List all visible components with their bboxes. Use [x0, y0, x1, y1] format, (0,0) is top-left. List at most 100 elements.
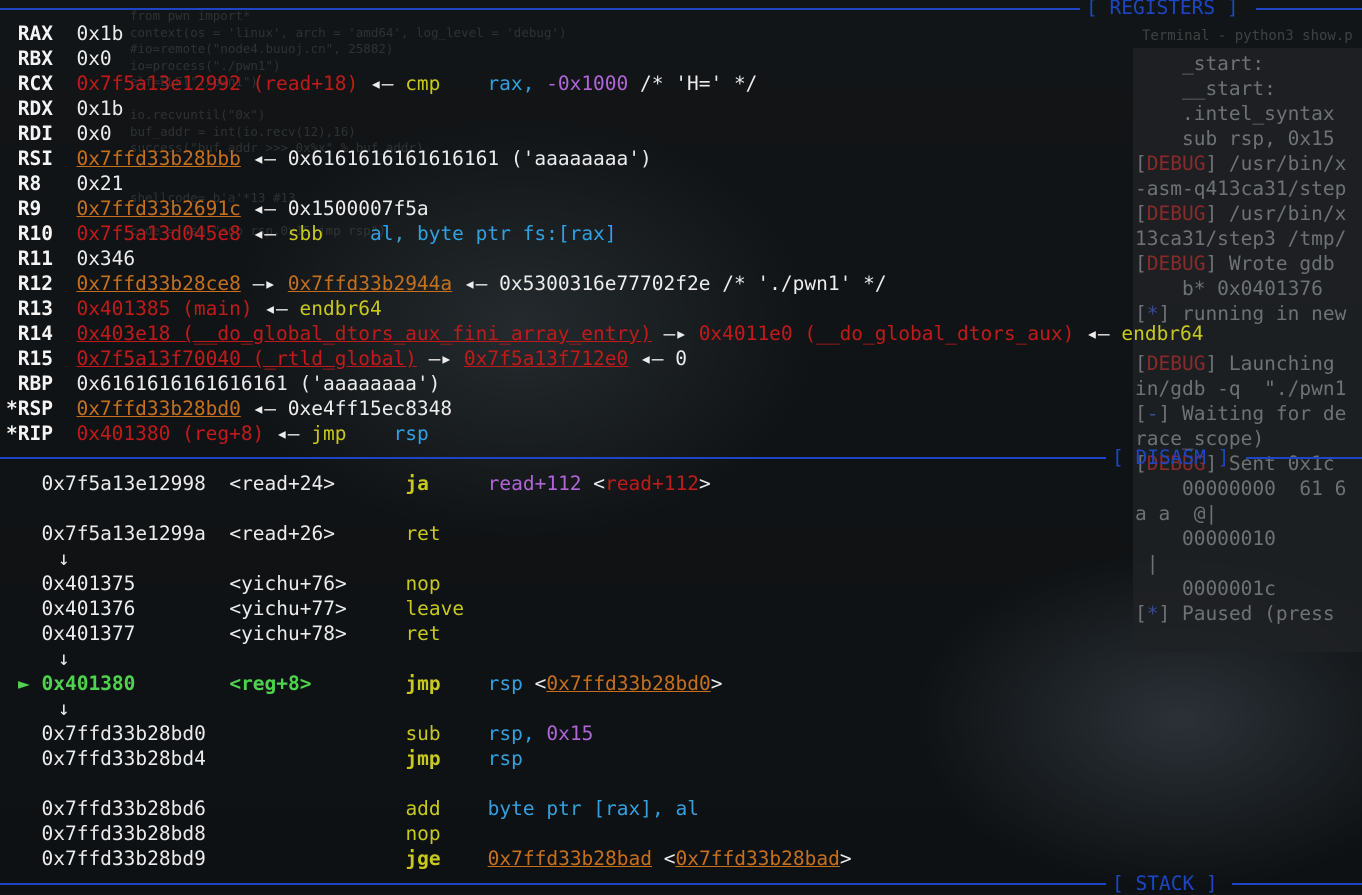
disasm-section-title: [ DISASM ] [1112, 446, 1230, 469]
pointer-arrow: ◂— [264, 422, 312, 445]
register-row-rsp: *RSP 0x7ffd33b28bd0 ◂— 0xe4ff15ec8348 [6, 396, 452, 421]
bracket: [ [1135, 202, 1147, 225]
instruction-symbol [229, 747, 405, 770]
side-terminal-line: [DEBUG] /usr/bin/x [1135, 202, 1346, 225]
instruction-address[interactable]: 0x401375 [41, 572, 229, 595]
instruction-mnemonic: leave [405, 597, 465, 620]
register-pointer[interactable]: 0x7ffd33b2691c [76, 197, 240, 220]
current-marker: ► [18, 672, 42, 695]
instruction-symbol: <yichu+78> [229, 622, 406, 645]
instruction-operands: rsp, [487, 722, 547, 745]
side-terminal-line: .intel_syntax [1135, 102, 1335, 125]
register-value: 0x21 [76, 172, 124, 195]
register-value: 0x6161616161616161 ('aaaaaaaa') [76, 372, 441, 395]
stack-divider [0, 883, 1106, 885]
instruction-mnemonic: nop [405, 822, 441, 845]
current-marker [18, 472, 41, 495]
side-terminal-line: 0000001c [1135, 577, 1276, 600]
instruction-symbol [229, 847, 405, 870]
disasm-row: 0x7f5a13e12998 <read+24> ja read+112 <re… [18, 471, 710, 496]
pointer-arrow: ◂— [358, 72, 406, 95]
instruction-operands: al, byte ptr fs:[rax] [370, 222, 617, 245]
register-name: R11 [6, 247, 53, 270]
register-value: 0x1b [76, 22, 124, 45]
disasm-row: 0x7ffd33b28bd8 nop [18, 821, 441, 846]
register-pointer-deref[interactable]: 0x7ffd33b2944a [288, 272, 452, 295]
register-row-r10: R10 0x7f5a13d045e8 ◂— sbb al, byte ptr f… [6, 221, 617, 246]
log-level: DEBUG [1146, 352, 1206, 375]
background-code-line: context(os = 'linux', arch = 'amd64', lo… [130, 24, 567, 40]
register-pointer[interactable]: 0x7f5a13e12992 (read+18) [76, 72, 358, 95]
branch-target[interactable]: read+112 [605, 472, 699, 495]
instruction-mnemonic: sbb [287, 222, 324, 245]
instruction-address[interactable]: 0x401376 [41, 597, 229, 620]
log-level: * [1146, 602, 1159, 625]
bracket: < [652, 847, 676, 870]
register-pointer-deref[interactable]: 0x7f5a13f712e0 [464, 347, 628, 370]
register-pointer-deref[interactable]: 0x4011e0 (__do_global_dtors_aux) [699, 322, 1075, 345]
instruction-operands: rax, [487, 72, 547, 95]
background-code-line [130, 173, 630, 190]
pointer-value: 0xe4ff15ec8348 [287, 397, 453, 420]
branch-target[interactable]: 0x7ffd33b28bd0 [546, 672, 710, 695]
register-name: R9 [6, 197, 53, 220]
side-terminal-line: in/gdb -q "./pwn1 [1135, 377, 1347, 400]
register-value: 0x0 [76, 47, 112, 70]
instruction-address[interactable]: 0x7f5a13e12998 [41, 472, 229, 495]
register-name: R14 [6, 322, 53, 345]
instruction-address[interactable]: 0x7ffd33b28bd9 [41, 847, 229, 870]
side-terminal-line: 00000010 [1135, 527, 1276, 550]
register-pointer[interactable]: 0x7ffd33b28ce8 [76, 272, 240, 295]
bracket: > [839, 847, 852, 870]
instruction-address[interactable]: 0x7ffd33b28bd8 [41, 822, 229, 845]
disasm-row: 0x7ffd33b28bd6 add byte ptr [rax], al [18, 796, 698, 821]
instruction-address[interactable]: 0x7ffd33b28bd0 [41, 722, 229, 745]
register-pointer[interactable]: 0x7ffd33b28bbb [76, 147, 240, 170]
side-terminal-line: 13ca31/step3 /tmp/ [1135, 227, 1347, 250]
instruction-mnemonic: jmp [405, 747, 441, 770]
instruction-address[interactable]: 0x401377 [41, 622, 229, 645]
register-pointer[interactable]: 0x7f5a13f70040 (_rtld_global) [76, 347, 416, 370]
bracket: < [581, 472, 606, 495]
instruction-mnemonic: endbr64 [299, 297, 382, 320]
register-pointer[interactable]: 0x7f5a13d045e8 [76, 222, 240, 245]
instruction-mnemonic: add [405, 797, 441, 820]
stack-divider-right [1232, 883, 1362, 885]
disasm-row: 0x7f5a13e1299a <read+26> ret [18, 521, 440, 546]
pointer-value: 0x6161616161616161 ('aaaaaaaa') [287, 147, 652, 170]
register-row-rdx: RDX 0x1b [6, 96, 124, 121]
branch-target[interactable]: 0x7ffd33b28bad [676, 847, 840, 870]
pointer-arrow: ◂— [240, 397, 288, 420]
instruction-symbol [229, 722, 405, 745]
side-terminal-line: _start: [1135, 52, 1265, 75]
background-code-line: buf_addr = int(io.recv(12),16) [130, 123, 356, 139]
register-pointer[interactable]: 0x403e18 (__do_global_dtors_aux_fini_arr… [76, 322, 651, 345]
register-pointer[interactable]: 0x401380 (reg+8) [76, 422, 264, 445]
instruction-address[interactable]: 0x7ffd33b28bd4 [41, 747, 229, 770]
register-row-rip: *RIP 0x401380 (reg+8) ◂— jmp rsp [6, 421, 429, 446]
pointer-arrow: ◂— [240, 147, 288, 170]
register-pointer[interactable]: 0x401385 (main) [76, 297, 252, 320]
side-terminal-line: b* 0x0401376 [1135, 277, 1323, 300]
instruction-symbol [229, 822, 405, 845]
side-terminal-line: __start: [1135, 77, 1276, 100]
register-pointer[interactable]: 0x7ffd33b28bd0 [76, 397, 240, 420]
instruction-address[interactable]: 0x7ffd33b28bd6 [41, 797, 229, 820]
current-marker [18, 822, 41, 845]
instruction-address[interactable]: 0x7f5a13e1299a [41, 522, 229, 545]
register-row-rbp: RBP 0x6161616161616161 ('aaaaaaaa') [6, 371, 441, 396]
instruction-address[interactable]: 0x401380 [41, 672, 229, 695]
instruction-mnemonic: jge [405, 847, 441, 870]
instruction-operands[interactable]: 0x7ffd33b28bad [488, 847, 652, 870]
log-message: ] /usr/bin/x [1205, 202, 1347, 225]
